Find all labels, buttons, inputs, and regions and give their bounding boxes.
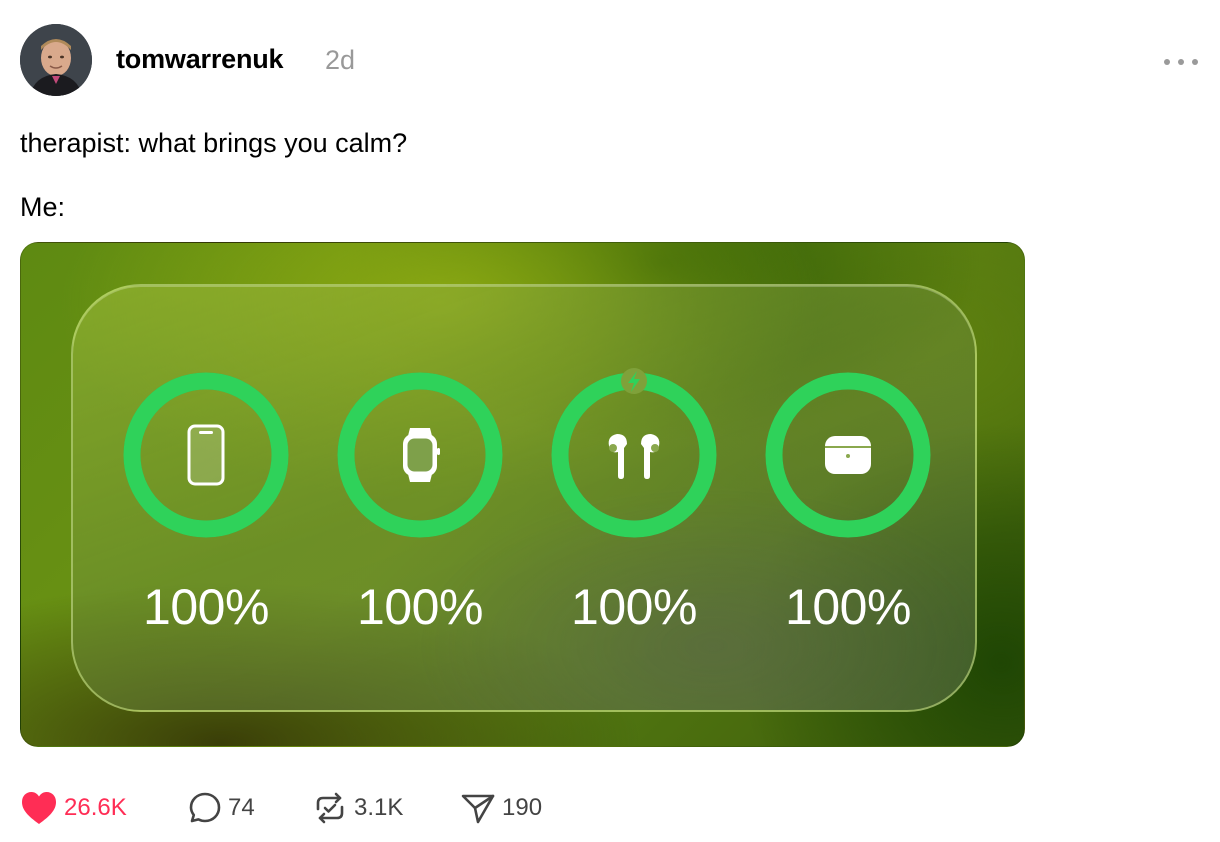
post-text: therapist: what brings you calm? bbox=[20, 128, 408, 158]
send-icon bbox=[461, 794, 495, 824]
comment-icon bbox=[189, 792, 221, 823]
repost-button[interactable]: 3.1K bbox=[312, 788, 403, 828]
battery-ring bbox=[765, 372, 931, 538]
dot-icon bbox=[1178, 59, 1184, 65]
battery-ring bbox=[123, 372, 289, 538]
battery-ring bbox=[337, 372, 503, 538]
repost-icon bbox=[316, 792, 344, 824]
airpods-icon bbox=[608, 434, 660, 479]
post: tomwarrenuk 2d therapist: what brings yo… bbox=[0, 0, 1220, 842]
battery-device: 100% bbox=[119, 368, 293, 635]
repost-count: 3.1K bbox=[354, 794, 404, 821]
dot-icon bbox=[1192, 59, 1198, 65]
like-button[interactable]: 26.6K bbox=[20, 788, 127, 828]
heart-icon bbox=[22, 792, 56, 824]
like-count: 26.6K bbox=[64, 794, 127, 821]
reply-button[interactable]: 74 bbox=[188, 788, 255, 828]
timestamp: 2d bbox=[325, 45, 356, 75]
post-text: Me: bbox=[20, 192, 66, 222]
battery-percent: 100% bbox=[357, 579, 483, 635]
share-button[interactable]: 190 bbox=[460, 788, 542, 828]
battery-widget: 100% 100% 100% 100% bbox=[71, 284, 977, 712]
more-options-button[interactable] bbox=[1164, 52, 1198, 72]
username[interactable]: tomwarrenuk bbox=[116, 44, 284, 75]
battery-ring bbox=[551, 368, 717, 538]
reply-count: 74 bbox=[228, 794, 255, 821]
phone-icon bbox=[187, 424, 225, 486]
avatar[interactable] bbox=[20, 24, 92, 96]
battery-device: 100% bbox=[333, 368, 507, 635]
battery-device: 100% bbox=[761, 368, 935, 635]
charging-bolt-icon bbox=[621, 368, 647, 394]
post-image[interactable]: 100% 100% 100% 100% bbox=[20, 242, 1025, 747]
battery-percent: 100% bbox=[571, 579, 697, 635]
share-count: 190 bbox=[502, 794, 543, 821]
battery-device: 100% bbox=[547, 368, 721, 635]
dot-icon bbox=[1164, 59, 1170, 65]
watch-icon bbox=[403, 428, 440, 482]
battery-percent: 100% bbox=[785, 579, 911, 635]
battery-percent: 100% bbox=[143, 579, 269, 635]
airpods-case-icon bbox=[825, 436, 871, 474]
